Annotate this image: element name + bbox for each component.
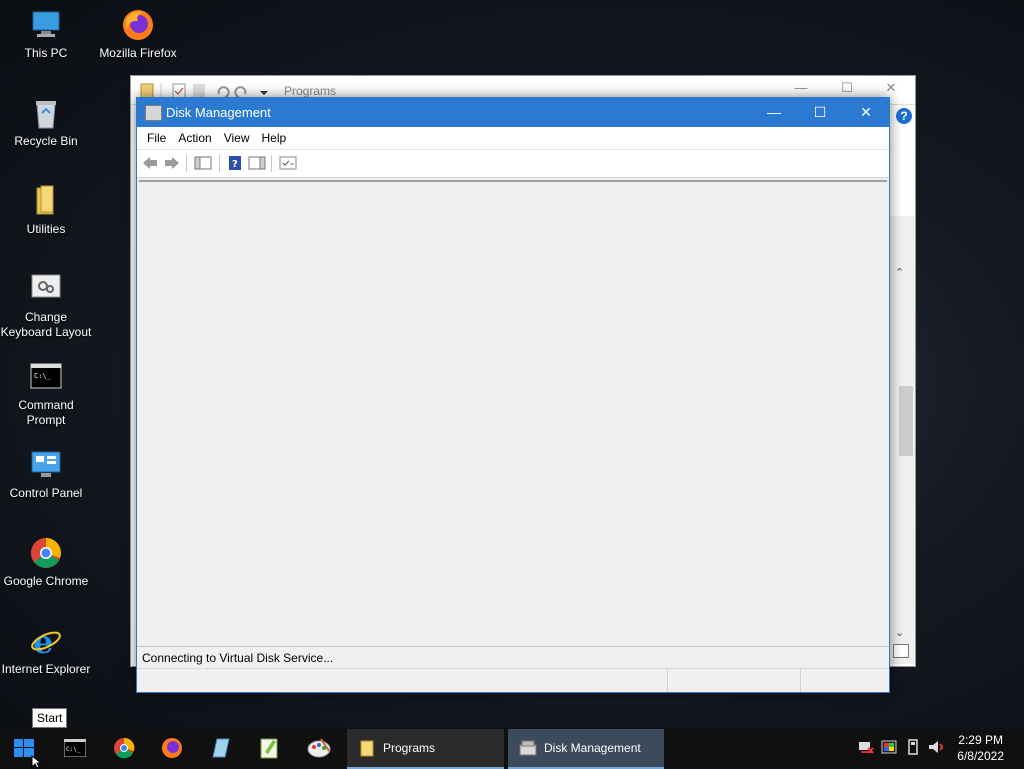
scrollbar-thumb[interactable] (899, 386, 913, 456)
desktop-icon-control-panel[interactable]: Control Panel (0, 448, 92, 501)
taskbar-firefox[interactable] (150, 728, 194, 768)
taskbar: C:\_ Programs Disk Management 2:29 PM 6/… (0, 728, 1024, 769)
taskbar-task-programs[interactable]: Programs (347, 729, 504, 769)
desktop-icon-command-prompt[interactable]: C:\_ Command Prompt (0, 360, 92, 428)
menu-file[interactable]: File (141, 127, 172, 149)
internet-explorer-icon: e (29, 623, 63, 661)
clock-time: 2:29 PM (958, 733, 1003, 747)
status-text: Connecting to Virtual Disk Service... (142, 651, 334, 665)
menu-help[interactable]: Help (256, 127, 293, 149)
properties-icon[interactable] (279, 155, 297, 171)
mouse-cursor-icon (31, 755, 43, 768)
taskbar-editor-app[interactable] (198, 728, 242, 768)
desktop-icon-label: Utilities (26, 222, 66, 236)
taskbar-chrome[interactable] (102, 728, 146, 768)
scroll-up-icon[interactable]: ⌃ (895, 266, 904, 279)
desktop-icon-label: Recycle Bin (14, 134, 78, 148)
desktop-icon-label: Control Panel (9, 486, 83, 500)
disk-management-icon (519, 740, 537, 756)
desktop-icon-label: Mozilla Firefox (99, 46, 177, 60)
taskbar-task-disk-management[interactable]: Disk Management (508, 729, 664, 769)
show-hide-console-tree-icon[interactable] (194, 155, 212, 171)
back-arrow-icon[interactable] (141, 155, 159, 171)
terminal-icon: C:\_ (29, 360, 63, 394)
svg-text:C:\_: C:\_ (34, 372, 52, 380)
help-book-icon[interactable]: ? (226, 155, 244, 171)
toolbar-separator (219, 155, 220, 172)
svg-text:C:\_: C:\_ (66, 746, 81, 753)
chrome-icon (29, 536, 63, 570)
desktop-icon-label: This PC (24, 46, 68, 60)
scroll-down-icon[interactable]: ⌄ (895, 626, 904, 639)
firefox-icon (162, 738, 182, 758)
start-tooltip: Start (32, 708, 68, 728)
help-icon[interactable]: ? (896, 108, 912, 124)
legend-bar (137, 668, 889, 692)
window-title: Disk Management (166, 105, 271, 120)
firefox-icon (121, 8, 155, 42)
forward-arrow-icon[interactable] (163, 155, 181, 171)
task-label: Disk Management (544, 741, 641, 755)
toolbar-separator (186, 155, 187, 172)
menu-bar: File Action View Help (137, 127, 889, 150)
computer-icon (29, 8, 63, 42)
programs-window-title: Programs (284, 84, 337, 98)
chrome-icon (114, 737, 135, 759)
disk-management-titlebar[interactable]: Disk Management — ☐ ✕ (137, 98, 889, 127)
notepad-plus-icon (260, 738, 278, 759)
display-color-icon[interactable] (881, 738, 897, 756)
recycle-bin-icon (29, 96, 63, 130)
legend-divider (800, 669, 801, 692)
settings-window-icon (29, 272, 63, 306)
show-hide-action-pane-icon[interactable] (248, 155, 266, 171)
minimize-button[interactable]: — (751, 98, 797, 127)
close-button[interactable]: ✕ (843, 98, 889, 127)
network-icon[interactable] (858, 738, 874, 756)
svg-text:?: ? (232, 159, 238, 170)
vertical-scrollbar[interactable]: ⌃ ⌄ (888, 216, 915, 664)
disk-management-content-area (139, 180, 887, 648)
folder-icon (29, 184, 63, 218)
usb-device-icon[interactable] (905, 738, 921, 756)
desktop-icon-this-pc[interactable]: This PC (0, 8, 92, 61)
clock-date: 6/8/2022 (957, 749, 1004, 763)
disk-management-window[interactable]: Disk Management — ☐ ✕ File Action View H… (136, 97, 890, 693)
control-panel-icon (29, 448, 63, 482)
taskbar-command-prompt[interactable]: C:\_ (52, 728, 96, 768)
menu-view[interactable]: View (218, 127, 256, 149)
desktop-icon-label: Google Chrome (3, 574, 89, 588)
desktop-icon-firefox[interactable]: Mozilla Firefox (92, 8, 184, 61)
paint-palette-icon (307, 738, 331, 758)
menu-action[interactable]: Action (172, 127, 217, 149)
status-bar: Connecting to Virtual Disk Service... (137, 646, 889, 667)
desktop-icon-label: Change Keyboard Layout (0, 310, 92, 339)
desktop-icon-utilities[interactable]: Utilities (0, 184, 92, 237)
maximize-button[interactable]: ☐ (797, 98, 843, 127)
desktop-icon-recycle-bin[interactable]: Recycle Bin (0, 96, 92, 149)
notepad-icon (212, 738, 230, 758)
toolbar: ? (137, 150, 889, 178)
legend-divider (667, 669, 668, 692)
desktop-icon-google-chrome[interactable]: Google Chrome (0, 536, 92, 589)
task-label: Programs (383, 741, 436, 755)
toolbar-separator (271, 155, 272, 172)
view-toggle-icon[interactable] (893, 644, 909, 658)
taskbar-notepadplusplus[interactable] (247, 728, 291, 768)
folder-icon (360, 740, 374, 757)
desktop-icon-keyboard-layout[interactable]: Change Keyboard Layout (0, 272, 92, 340)
volume-muted-icon[interactable] (927, 738, 943, 756)
taskbar-paint[interactable] (296, 728, 340, 768)
desktop-icon-label: Internet Explorer (1, 662, 91, 676)
terminal-icon: C:\_ (64, 739, 86, 757)
desktop-icon-label: Command Prompt (18, 398, 74, 427)
desktop-icon-internet-explorer[interactable]: e Internet Explorer (0, 623, 92, 677)
disk-management-icon (145, 105, 162, 121)
clock[interactable]: 2:29 PM 6/8/2022 (957, 732, 1004, 764)
